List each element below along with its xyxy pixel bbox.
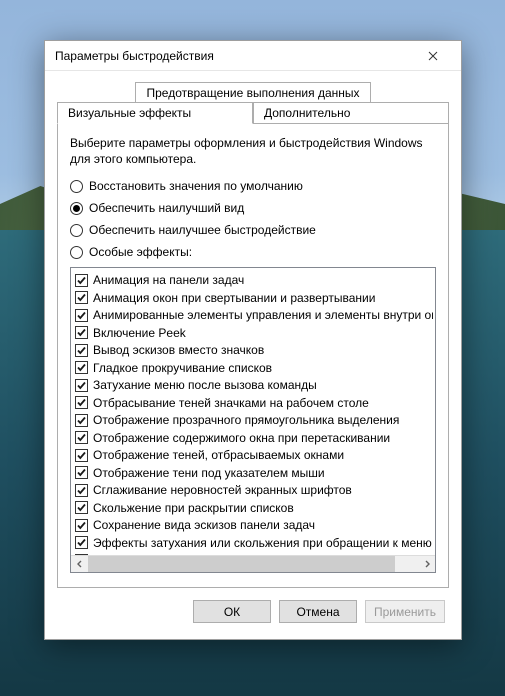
scroll-track[interactable]	[88, 556, 418, 572]
scroll-left-button[interactable]	[71, 556, 88, 572]
radio-indicator	[70, 224, 83, 237]
effect-label: Анимированные элементы управления и элем…	[93, 308, 433, 322]
effect-label: Анимация окон при свертывании и разверты…	[93, 291, 375, 305]
checkbox[interactable]	[75, 414, 88, 427]
effect-label: Сглаживание неровностей экранных шрифтов	[93, 483, 352, 497]
checkbox[interactable]	[75, 291, 88, 304]
scroll-right-button[interactable]	[418, 556, 435, 572]
checkbox[interactable]	[75, 536, 88, 549]
effect-label: Отбрасывание теней значками на рабочем с…	[93, 396, 369, 410]
performance-options-dialog: Параметры быстродействия Предотвращение …	[44, 40, 462, 640]
tab-panel-visual-effects: Выберите параметры оформления и быстроде…	[57, 123, 449, 588]
radio-option-2[interactable]: Обеспечить наилучшее быстродействие	[70, 223, 436, 237]
effect-item[interactable]: Вывод эскизов вместо значков	[75, 341, 433, 359]
effect-item[interactable]: Гладкое прокручивание списков	[75, 359, 433, 377]
effect-label: Сохранение вида эскизов панели задач	[93, 518, 315, 532]
effect-label: Затухание меню после вызова команды	[93, 378, 317, 392]
effect-item[interactable]: Анимация на панели задач	[75, 271, 433, 289]
radio-indicator	[70, 202, 83, 215]
effect-label: Отображение тени под указателем мыши	[93, 466, 325, 480]
effect-item[interactable]: Отображение тени под указателем мыши	[75, 464, 433, 482]
tab-visual-effects[interactable]: Визуальные эффекты	[57, 102, 253, 124]
checkbox[interactable]	[75, 519, 88, 532]
effect-label: Анимация на панели задач	[93, 273, 244, 287]
effect-label: Отображение содержимого окна при перетас…	[93, 431, 390, 445]
effect-item[interactable]: Скольжение при раскрытии списков	[75, 499, 433, 517]
chevron-left-icon	[76, 560, 84, 568]
description-text: Выберите параметры оформления и быстроде…	[70, 135, 436, 167]
radio-label: Особые эффекты:	[89, 245, 192, 259]
effect-item[interactable]: Сохранение вида эскизов панели задач	[75, 516, 433, 534]
checkbox[interactable]	[75, 361, 88, 374]
radio-option-0[interactable]: Восстановить значения по умолчанию	[70, 179, 436, 193]
scroll-thumb[interactable]	[88, 556, 395, 572]
checkbox[interactable]	[75, 501, 88, 514]
effect-item[interactable]: Включение Peek	[75, 324, 433, 342]
effects-list: Анимация на панели задач Анимация окон пр…	[71, 268, 435, 571]
effect-item[interactable]: Отбрасывание теней значками на рабочем с…	[75, 394, 433, 412]
effect-item[interactable]: Отображение теней, отбрасываемых окнами	[75, 446, 433, 464]
radio-indicator	[70, 246, 83, 259]
effect-item[interactable]: Сглаживание неровностей экранных шрифтов	[75, 481, 433, 499]
checkbox[interactable]	[75, 344, 88, 357]
checkbox[interactable]	[75, 449, 88, 462]
effect-label: Скольжение при раскрытии списков	[93, 501, 294, 515]
horizontal-scrollbar[interactable]	[71, 555, 435, 572]
effect-label: Включение Peek	[93, 326, 186, 340]
tab-dep[interactable]: Предотвращение выполнения данных	[135, 82, 370, 103]
effects-listbox[interactable]: Анимация на панели задач Анимация окон пр…	[70, 267, 436, 573]
titlebar[interactable]: Параметры быстродействия	[45, 41, 461, 71]
effect-item[interactable]: Анимация окон при свертывании и разверты…	[75, 289, 433, 307]
dialog-body: Предотвращение выполнения данных Визуаль…	[45, 71, 461, 639]
effect-label: Эффекты затухания или скольжения при обр…	[93, 536, 432, 550]
radio-option-1[interactable]: Обеспечить наилучший вид	[70, 201, 436, 215]
effect-item[interactable]: Анимированные элементы управления и элем…	[75, 306, 433, 324]
cancel-button[interactable]: Отмена	[279, 600, 357, 623]
effect-item[interactable]: Отображение содержимого окна при перетас…	[75, 429, 433, 447]
radio-option-3[interactable]: Особые эффекты:	[70, 245, 436, 259]
title-text: Параметры быстродействия	[55, 49, 214, 63]
effect-label: Отображение теней, отбрасываемых окнами	[93, 448, 344, 462]
effect-item[interactable]: Эффекты затухания или скольжения при обр…	[75, 534, 433, 552]
effect-label: Гладкое прокручивание списков	[93, 361, 272, 375]
checkbox[interactable]	[75, 379, 88, 392]
checkbox[interactable]	[75, 431, 88, 444]
chevron-right-icon	[423, 560, 431, 568]
effect-item[interactable]: Отображение прозрачного прямоугольника в…	[75, 411, 433, 429]
close-icon	[428, 51, 438, 61]
tab-advanced[interactable]: Дополнительно	[253, 102, 449, 124]
checkbox[interactable]	[75, 396, 88, 409]
close-button[interactable]	[411, 42, 455, 70]
radio-indicator	[70, 180, 83, 193]
radio-label: Обеспечить наилучшее быстродействие	[89, 223, 316, 237]
radio-label: Восстановить значения по умолчанию	[89, 179, 303, 193]
radio-label: Обеспечить наилучший вид	[89, 201, 244, 215]
dialog-button-row: ОК Отмена Применить	[57, 588, 449, 627]
checkbox[interactable]	[75, 466, 88, 479]
tab-strip: Предотвращение выполнения данных Визуаль…	[57, 81, 449, 588]
apply-button[interactable]: Применить	[365, 600, 445, 623]
ok-button[interactable]: ОК	[193, 600, 271, 623]
checkbox[interactable]	[75, 326, 88, 339]
checkbox[interactable]	[75, 484, 88, 497]
checkbox[interactable]	[75, 309, 88, 322]
checkbox[interactable]	[75, 274, 88, 287]
effect-label: Отображение прозрачного прямоугольника в…	[93, 413, 399, 427]
appearance-radio-group: Восстановить значения по умолчанию Обеспе…	[70, 179, 436, 259]
effect-item[interactable]: Затухание меню после вызова команды	[75, 376, 433, 394]
effect-label: Вывод эскизов вместо значков	[93, 343, 264, 357]
